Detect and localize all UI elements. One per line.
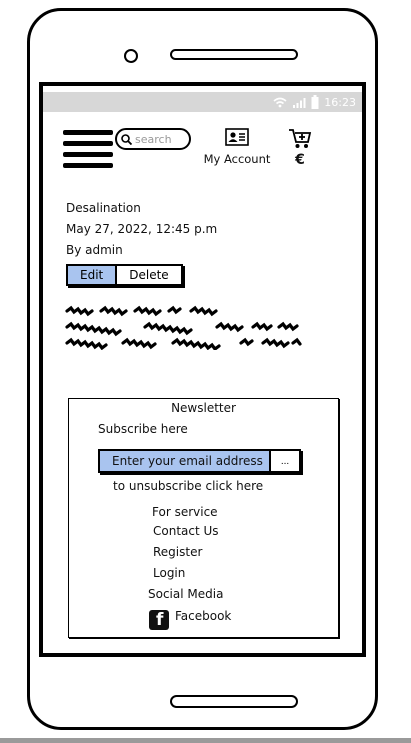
status-time: 16:23 <box>324 95 356 109</box>
my-account-label: My Account <box>203 152 271 166</box>
subscribe-button[interactable]: ... <box>271 451 299 471</box>
edit-button[interactable]: Edit <box>68 266 118 284</box>
login-link[interactable]: Login <box>153 566 185 580</box>
battery-icon <box>311 95 319 109</box>
status-bar: 16:23 <box>43 92 362 112</box>
bottom-strip <box>0 738 411 743</box>
unsubscribe-link[interactable]: to unsubscribe click here <box>113 479 263 493</box>
subscribe-heading: Subscribe here <box>98 422 188 436</box>
email-form: ... <box>98 449 301 473</box>
search-input[interactable] <box>132 132 189 146</box>
post-date: May 27, 2022, 12:45 p.m <box>66 222 218 236</box>
contact-us-link[interactable]: Contact Us <box>153 524 219 538</box>
post-body-placeholder <box>65 305 302 350</box>
cart-link[interactable]: € <box>287 128 313 168</box>
search-bar[interactable] <box>115 128 191 150</box>
signal-icon <box>293 97 306 108</box>
search-icon <box>121 133 132 145</box>
home-button[interactable] <box>170 695 298 708</box>
facebook-icon[interactable]: f <box>149 610 169 630</box>
currency-symbol: € <box>295 152 305 168</box>
post-author: By admin <box>66 243 123 257</box>
post-title: Desalination <box>66 201 141 215</box>
menu-icon[interactable] <box>63 130 113 170</box>
account-card-icon <box>225 128 249 146</box>
speaker-grille <box>170 49 298 60</box>
register-link[interactable]: Register <box>153 545 202 559</box>
wifi-icon <box>273 97 287 107</box>
newsletter-title: Newsletter <box>171 401 236 415</box>
delete-button[interactable]: Delete <box>117 266 181 284</box>
camera-icon <box>124 49 138 63</box>
facebook-link[interactable]: Facebook <box>175 609 231 623</box>
my-account-link[interactable]: My Account <box>201 128 273 166</box>
newsletter-section: Newsletter Subscribe here ... to unsubsc… <box>68 398 339 638</box>
social-media-heading: Social Media <box>148 587 224 601</box>
cart-icon <box>289 129 312 148</box>
for-service-heading: For service <box>152 505 218 519</box>
email-field[interactable] <box>100 451 271 471</box>
post-actions: Edit Delete <box>66 264 183 286</box>
phone-screen: 16:23 My Account € Desalina <box>39 82 366 657</box>
